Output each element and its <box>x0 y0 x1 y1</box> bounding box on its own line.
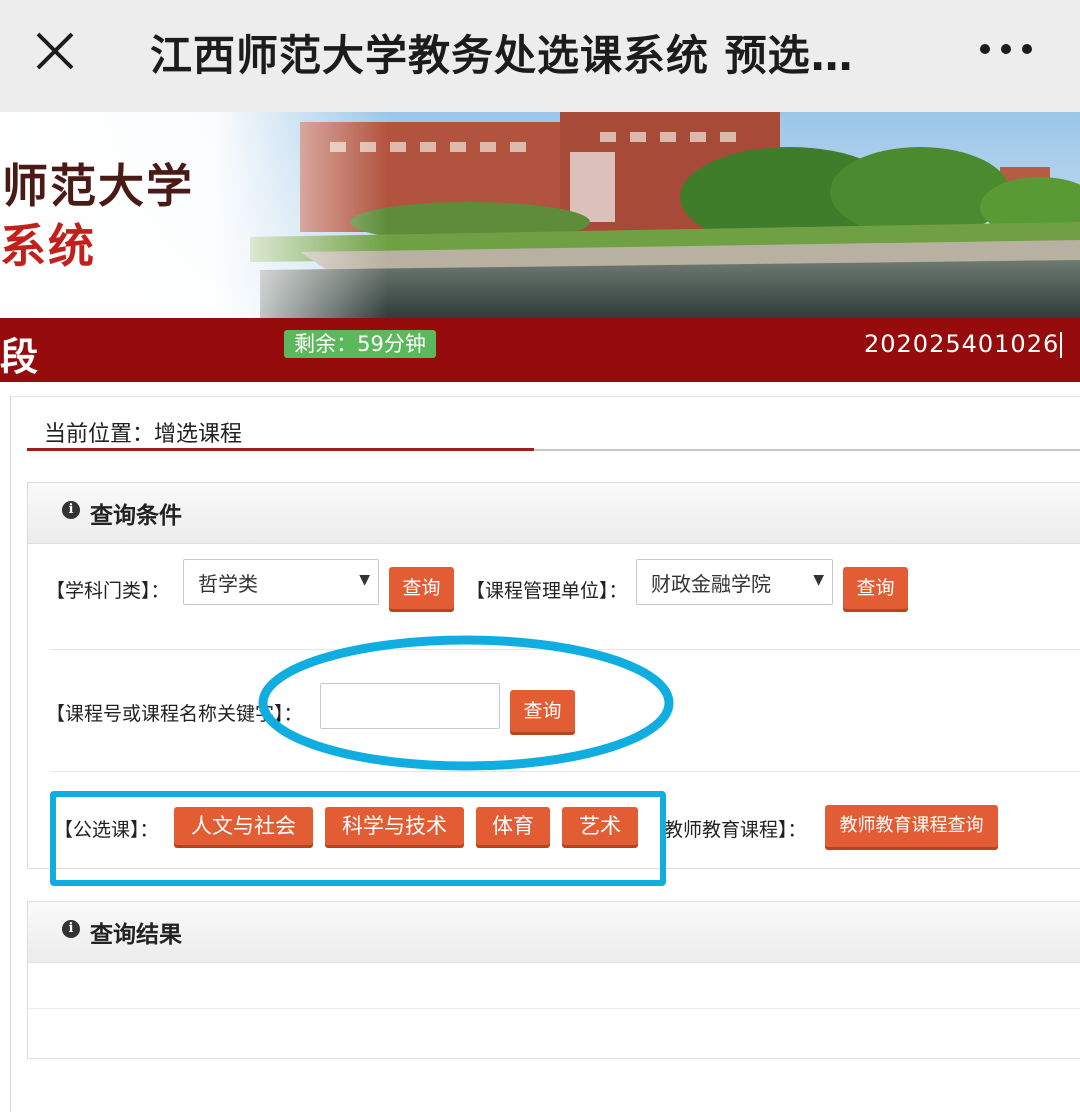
result-panel: i 查询结果 <box>27 901 1080 1059</box>
more-icon[interactable] <box>976 28 1036 68</box>
student-id: 202025401026 <box>864 330 1060 358</box>
result-row-divider <box>28 1008 1080 1009</box>
breadcrumb: 当前位置：增选课程 <box>44 422 243 447</box>
query-panel-title: 查询条件 <box>90 503 182 529</box>
subject-query-button[interactable]: 查询 <box>389 567 454 609</box>
close-icon[interactable] <box>30 26 80 76</box>
info-icon: i <box>62 920 80 938</box>
breadcrumb-divider <box>534 449 1080 451</box>
teacher-course-query-button[interactable]: 教师教育课程查询 <box>825 805 998 847</box>
unit-query-button[interactable]: 查询 <box>843 567 908 609</box>
breadcrumb-underline <box>27 448 534 451</box>
chevron-down-icon: ▼ <box>359 572 370 588</box>
unit-select-value: 财政金融学院 <box>651 572 771 596</box>
stage-label: 段 <box>0 335 39 379</box>
status-separator <box>1060 332 1062 358</box>
result-panel-header: i 查询结果 <box>28 902 1080 963</box>
query-panel-header: i 查询条件 <box>28 483 1080 544</box>
highlight-ellipse <box>258 635 674 771</box>
subject-select-value: 哲学类 <box>198 572 258 596</box>
result-panel-title: 查询结果 <box>90 922 182 948</box>
highlight-rectangle <box>50 791 666 886</box>
info-icon: i <box>62 501 80 519</box>
teacher-course-label: 教师教育课程】： <box>664 819 807 841</box>
logo-text-system: 系统 <box>0 219 96 273</box>
logo-text-university: 师范大学 <box>2 159 194 213</box>
chevron-down-icon: ▼ <box>813 572 824 588</box>
timer-badge: 剩余：59分钟 <box>284 330 436 358</box>
unit-select[interactable]: 财政金融学院 ▼ <box>636 559 833 605</box>
unit-label: 【课程管理单位】： <box>466 580 628 602</box>
subject-label: 【学科门类】： <box>46 580 170 602</box>
subject-select[interactable]: 哲学类 ▼ <box>183 559 379 605</box>
page-title: 江西师范大学教务处选课系统 预选… <box>150 31 854 80</box>
app-bar: 江西师范大学教务处选课系统 预选… <box>0 0 1080 112</box>
